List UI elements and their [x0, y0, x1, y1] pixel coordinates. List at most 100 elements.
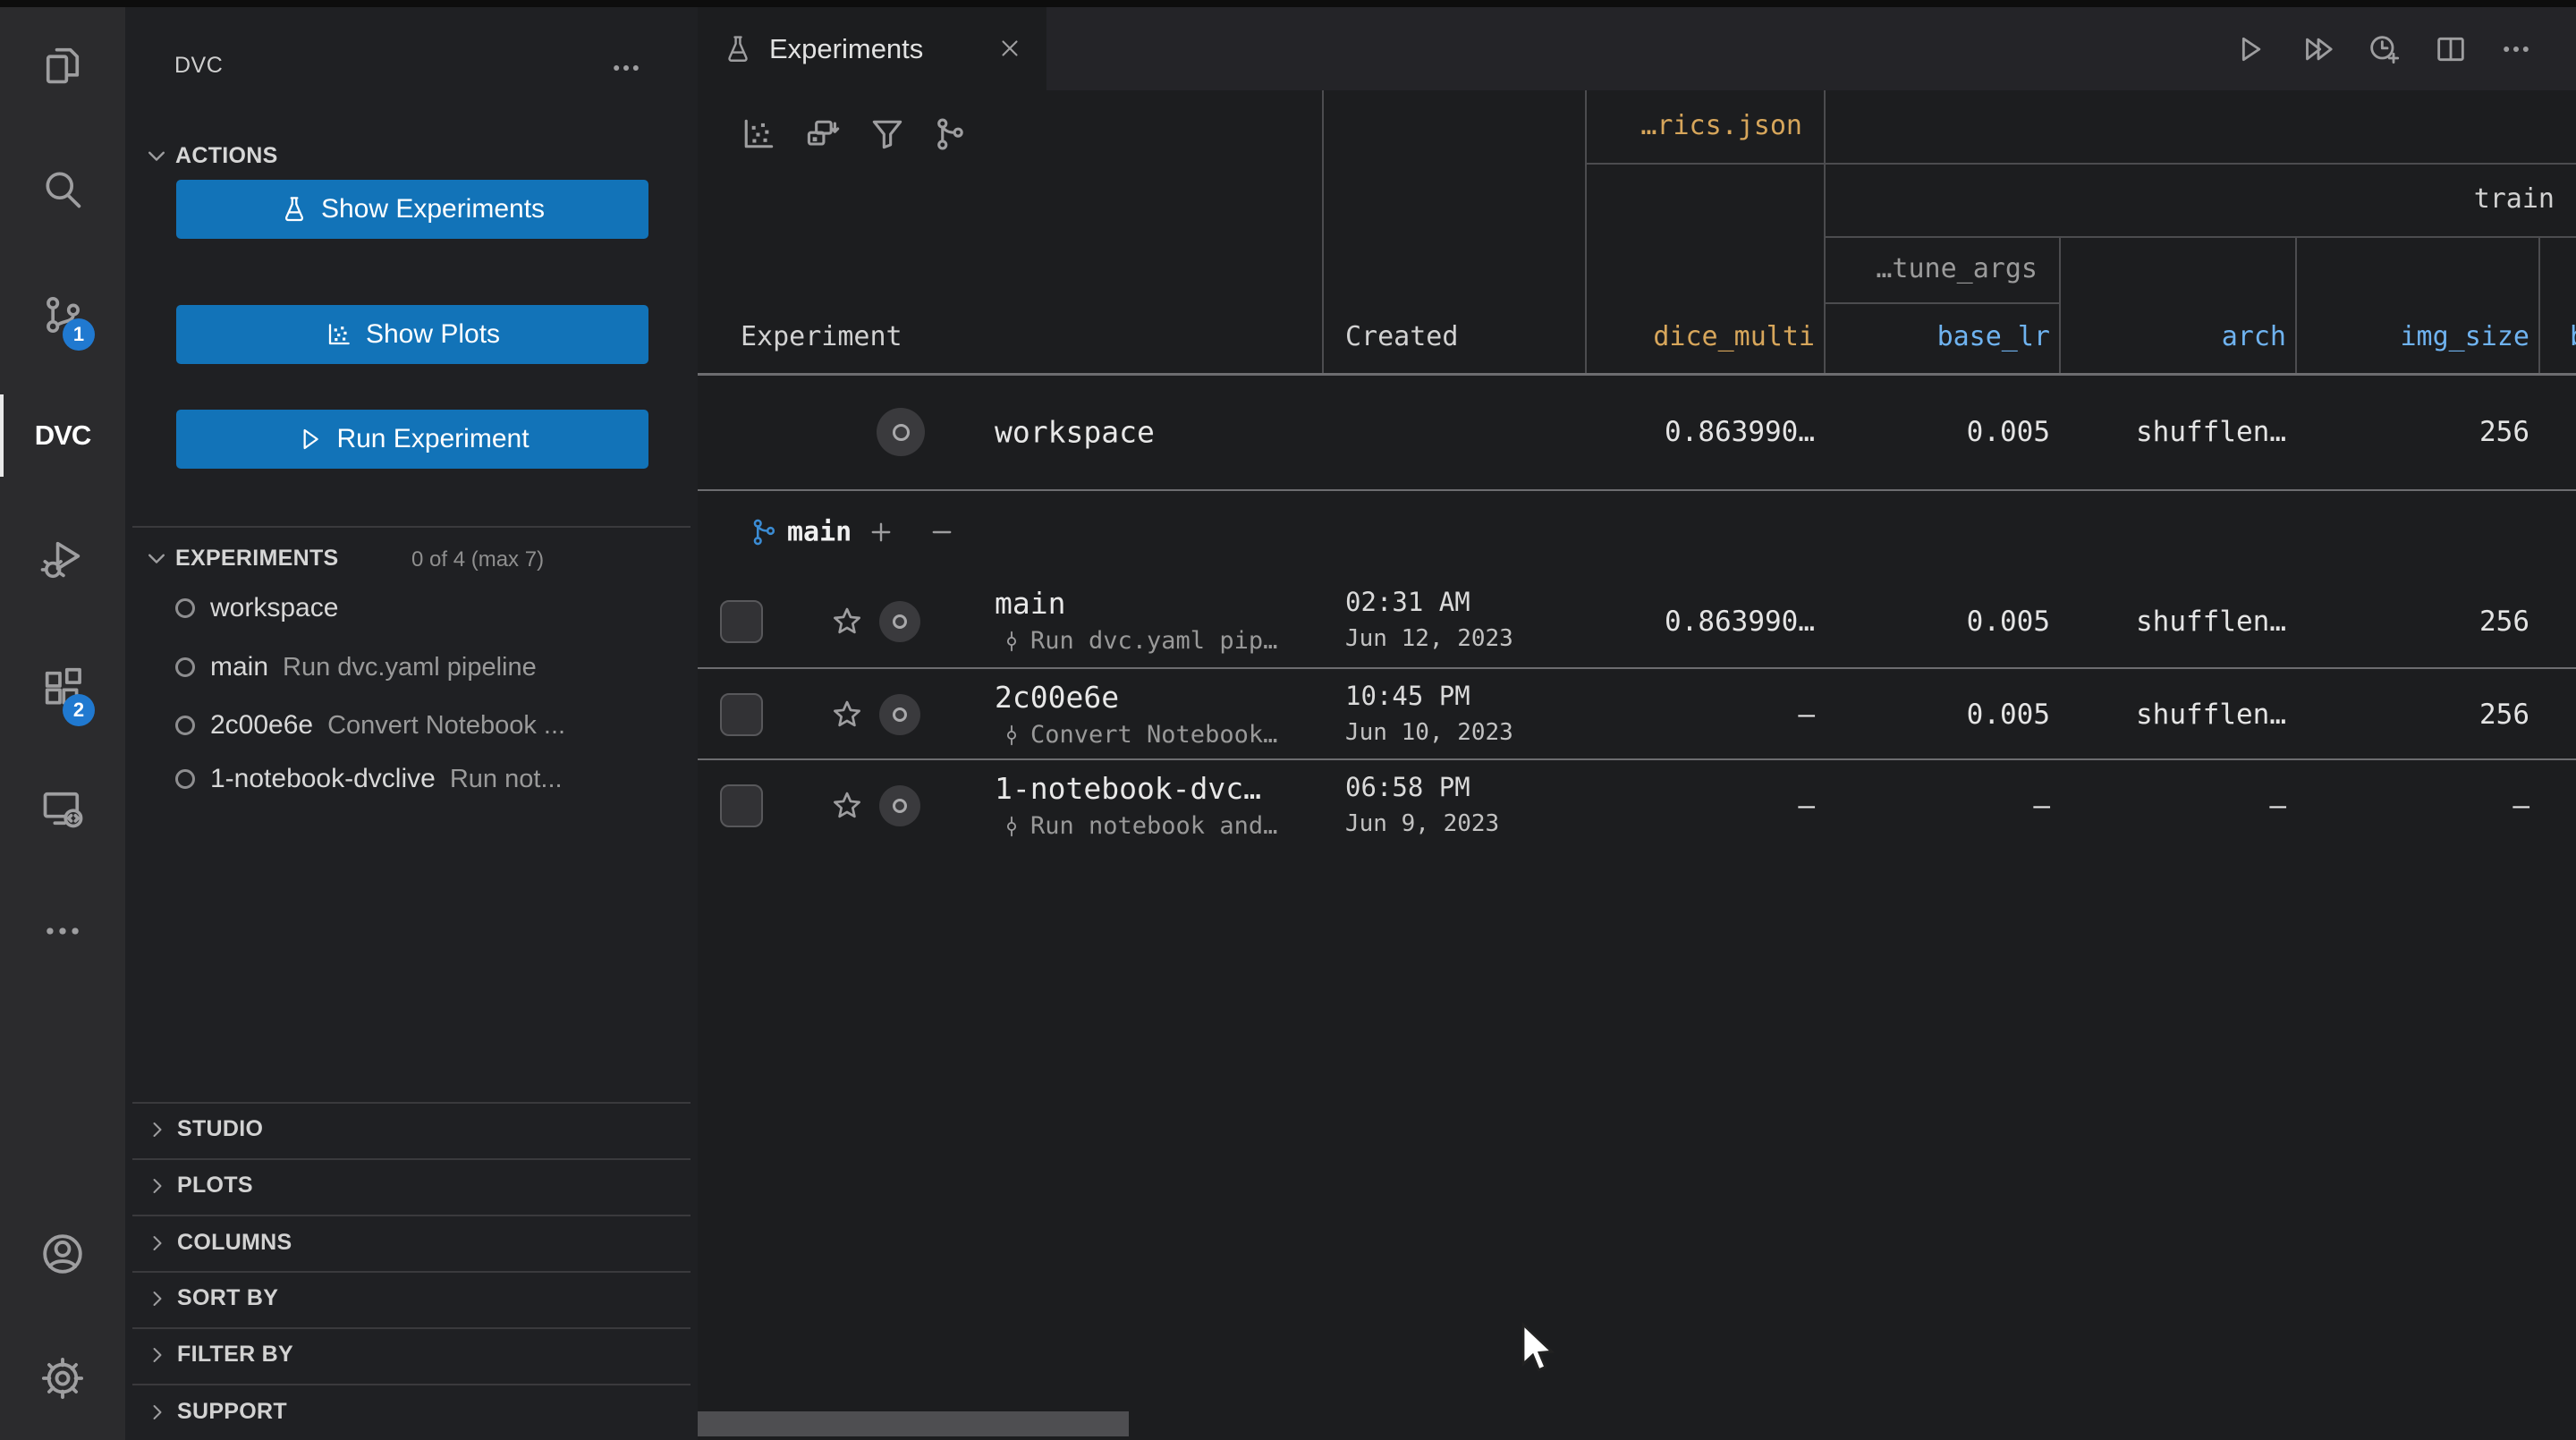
column-header-experiment[interactable]: Experiment [741, 321, 902, 352]
account-icon[interactable] [0, 1209, 125, 1299]
section-plots[interactable]: PLOTS [125, 1157, 698, 1213]
sidebar-item-1-notebook-dvclive[interactable]: 1-notebook-dvclive Run not... [125, 751, 698, 807]
window-top-edge [0, 0, 2576, 7]
chevron-right-icon [145, 1117, 170, 1142]
cell-base-lr: 0.005 [1824, 416, 2050, 448]
experiment-name[interactable]: main [995, 586, 1065, 621]
source-control-icon[interactable]: 1 [0, 270, 125, 360]
sidebar-item-main[interactable]: main Run dvc.yaml pipeline [125, 640, 698, 695]
created-time: 10:45 PM [1345, 681, 1470, 711]
cell-base-lr: 0.005 [1824, 606, 2050, 638]
git-branch-icon[interactable] [930, 114, 970, 154]
radio-circle-icon [175, 716, 195, 735]
column-divider[interactable] [2538, 238, 2540, 375]
star-icon[interactable] [830, 789, 864, 823]
close-icon[interactable] [996, 35, 1023, 62]
column-header-img-size[interactable]: img_size [2295, 321, 2529, 352]
show-experiments-button[interactable]: Show Experiments [176, 180, 648, 239]
git-commit-icon [1000, 630, 1023, 653]
experiments-section-header[interactable]: EXPERIMENTS [175, 546, 339, 572]
minus-icon[interactable] [927, 517, 957, 547]
star-icon[interactable] [830, 698, 864, 732]
sidebar-item-2c00e6e[interactable]: 2c00e6e Convert Notebook ... [125, 698, 698, 753]
bullseye-icon[interactable] [877, 408, 925, 456]
run-all-experiments-icon[interactable] [2301, 31, 2336, 67]
search-icon[interactable] [0, 144, 125, 233]
editor-area: Experiments …rics.json train …tune_args … [698, 7, 2576, 1440]
column-header-clipped[interactable]: b [2563, 321, 2576, 352]
dvc-extension-icon[interactable]: DVC [0, 391, 125, 480]
experiment-name[interactable]: workspace [995, 415, 1155, 450]
show-plots-button[interactable]: Show Plots [176, 305, 648, 364]
created-date: Jun 9, 2023 [1345, 810, 1499, 837]
cell-arch: shufflen… [2059, 699, 2286, 731]
plus-icon[interactable] [866, 517, 896, 547]
chevron-right-icon [145, 1286, 170, 1311]
filter-icon[interactable] [868, 114, 907, 154]
column-divider[interactable] [1322, 90, 1324, 375]
columns-icon[interactable] [803, 114, 843, 154]
column-header-arch[interactable]: arch [2059, 321, 2286, 352]
table-row-1-notebook-dvclive[interactable]: 1-notebook-dvc… Run notebook and… 06:58 … [698, 760, 2576, 851]
tab-experiments[interactable]: Experiments [698, 7, 1046, 90]
bullseye-icon[interactable] [879, 785, 920, 826]
experiment-name[interactable]: 2c00e6e [995, 680, 1119, 715]
actions-chevron-down-icon[interactable] [141, 141, 172, 176]
git-commit-icon [1000, 815, 1023, 838]
section-studio[interactable]: STUDIO [125, 1101, 698, 1156]
settings-gear-icon[interactable] [0, 1334, 125, 1423]
column-header-base-lr[interactable]: base_lr [1824, 321, 2050, 352]
star-icon[interactable] [830, 605, 864, 639]
explorer-icon[interactable] [0, 21, 125, 110]
horizontal-scrollbar-thumb[interactable] [698, 1411, 1129, 1436]
experiments-chevron-down-icon[interactable] [141, 544, 172, 579]
activity-bar: 1 DVC 2 [0, 7, 125, 1440]
experiments-count: 0 of 4 (max 7) [411, 547, 544, 572]
table-row-workspace[interactable]: workspace 0.863990… 0.005 shufflen… 256 [698, 375, 2576, 489]
run-experiment-button[interactable]: Run Experiment [176, 410, 648, 469]
cell-base-lr: – [1824, 790, 2050, 822]
section-sort-by[interactable]: SORT BY [125, 1270, 698, 1326]
cell-arch: shufflen… [2059, 606, 2286, 638]
section-support[interactable]: SUPPORT [125, 1384, 698, 1439]
column-group-metrics-file[interactable]: …rics.json [1585, 110, 1802, 141]
header-divider [1824, 302, 2059, 304]
column-group-train[interactable]: train [1824, 183, 2555, 215]
chevron-right-icon [145, 1343, 170, 1368]
bullseye-icon[interactable] [879, 601, 920, 642]
bullseye-icon[interactable] [879, 694, 920, 735]
cell-dice-multi: 0.863990… [1585, 416, 1815, 448]
column-group-tune-args[interactable]: …tune_args [1824, 253, 2038, 284]
row-checkbox[interactable] [720, 693, 763, 736]
remote-explorer-icon[interactable] [0, 764, 125, 853]
experiment-name[interactable]: 1-notebook-dvc… [995, 771, 1261, 806]
section-filter-by[interactable]: FILTER BY [125, 1326, 698, 1382]
tab-title: Experiments [769, 33, 923, 65]
plots-icon[interactable] [739, 114, 778, 154]
git-commit-icon [1000, 724, 1023, 747]
actions-section-header[interactable]: ACTIONS [175, 143, 278, 169]
more-views-icon[interactable] [0, 886, 125, 976]
split-editor-icon[interactable] [2433, 31, 2469, 67]
queue-experiment-icon[interactable] [2366, 31, 2402, 67]
column-divider[interactable] [2059, 238, 2061, 375]
column-divider[interactable] [2295, 238, 2297, 375]
column-header-created[interactable]: Created [1345, 321, 1458, 352]
row-checkbox[interactable] [720, 784, 763, 827]
extensions-icon[interactable]: 2 [0, 644, 125, 733]
created-time: 02:31 AM [1345, 587, 1470, 617]
more-actions-icon[interactable] [2498, 31, 2534, 67]
dvc-sidebar: DVC ACTIONS Show Experiments Show Plots … [125, 7, 698, 1440]
sidebar-item-workspace[interactable]: workspace [125, 580, 698, 636]
row-checkbox[interactable] [720, 600, 763, 643]
experiment-description: Run dvc.yaml pip… [1000, 627, 1277, 655]
sidebar-more-actions-icon[interactable] [608, 50, 644, 90]
table-row-2c00e6e[interactable]: 2c00e6e Convert Notebook… 10:45 PM Jun 1… [698, 669, 2576, 760]
column-header-dice-multi[interactable]: dice_multi [1585, 321, 1815, 352]
table-row-main[interactable]: main Run dvc.yaml pip… 02:31 AM Jun 12, … [698, 575, 2576, 667]
cell-dice-multi: – [1585, 790, 1815, 822]
section-columns[interactable]: COLUMNS [125, 1215, 698, 1270]
run-debug-icon[interactable] [0, 514, 125, 604]
run-experiment-icon[interactable] [2232, 31, 2267, 67]
created-date: Jun 10, 2023 [1345, 719, 1513, 746]
